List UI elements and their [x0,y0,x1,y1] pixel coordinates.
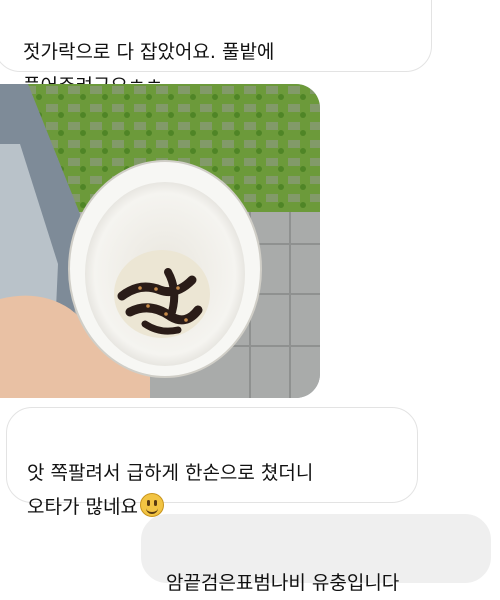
message-text: 암끝검은표범나비 유충입니다 [166,572,400,594]
caterpillar-cup-photo [0,84,320,398]
message-bubble-incoming: 젓가락으로 다 잡았어요. 풀밭에 풀어주려구요ㅎㅎ [0,0,432,97]
message-photo[interactable] [0,84,320,398]
message-bubble-outgoing: 암끝검은표범나비 유충입니다 [141,514,491,594]
smiling-face-emoji-icon [139,493,164,517]
message-bubble-incoming: 앗 쪽팔려서 급하게 한손으로 쳤더니 오타가 많네요 [6,407,418,518]
message-text: 앗 쪽팔려서 급하게 한손으로 쳤더니 오타가 많네요 [27,462,314,518]
